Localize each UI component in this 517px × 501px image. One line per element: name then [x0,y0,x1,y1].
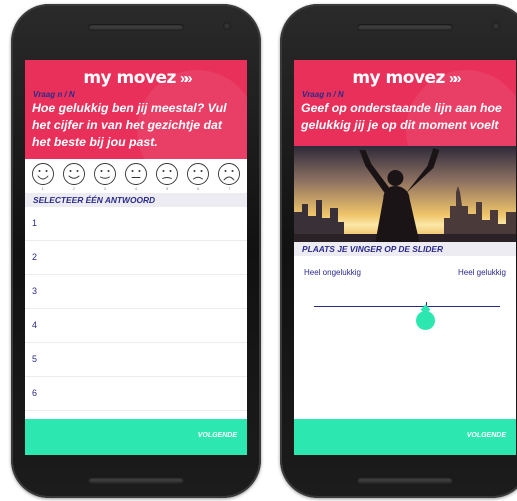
face-scale: 1 2 3 4 5 6 7 [25,159,247,193]
phone-left: my movez»» Vraag n / N Hoe gelukkig ben … [11,4,261,498]
app-logo: my movez [352,68,445,88]
face-number-label: 4 [134,186,138,191]
answer-option[interactable]: 2 [25,241,247,275]
front-camera [492,22,500,30]
front-camera [223,22,231,30]
header: my movez»» Vraag n / N Hoe gelukkig ben … [25,60,247,159]
face-number-label: 7 [228,186,231,191]
answer-option[interactable]: 4 [25,309,247,343]
question-text: Geef op onderstaande lijn aan hoe gelukk… [301,101,502,132]
logo-row: my movez»» [25,60,247,90]
question-number: Vraag n / N [302,90,344,99]
slightly-happy-face-icon[interactable]: 3 [93,162,117,192]
slider-max-label: Heel gelukkig [457,268,506,277]
bottom-speaker [88,477,184,484]
person-arms-raised-image [359,148,440,242]
phone-right: my movez»» Vraag n / N Geef op onderstaa… [280,4,517,498]
sunset-city-photo [294,146,516,242]
logo-chevron-icon: »» [179,70,193,87]
logo-row: my movez»» [294,60,516,90]
answer-list: 1 2 3 4 5 6 [25,207,247,411]
slider-labels: Heel ongelukkig Heel gelukkig [294,256,516,277]
neutral-face-icon[interactable]: 4 [124,162,148,192]
happy-face-icon[interactable]: 2 [62,162,86,192]
answer-option[interactable]: 3 [25,275,247,309]
header: my movez»» Vraag n / N Geef op onderstaa… [294,60,516,146]
answer-option[interactable]: 5 [25,343,247,377]
happiness-slider[interactable] [294,277,516,337]
footer-bar: VOLGENDE [25,419,247,455]
earpiece-speaker [88,24,184,31]
question-number: Vraag n / N [33,90,75,99]
screen-question-slider: my movez»» Vraag n / N Geef op onderstaa… [294,60,516,455]
face-number-label: 3 [103,186,106,191]
slider-thumb[interactable] [416,311,436,330]
next-button[interactable]: VOLGENDE [467,432,506,439]
app-logo: my movez [83,68,176,88]
face-number-label: 1 [41,186,44,191]
very-sad-face-icon[interactable]: 7 [217,162,241,192]
next-button[interactable]: VOLGENDE [198,432,237,439]
bottom-speaker [357,477,453,484]
footer-bar: VOLGENDE [294,419,516,455]
slider-min-label: Heel ongelukkig [304,268,361,277]
very-happy-face-icon[interactable]: 1 [31,162,55,192]
sad-face-icon[interactable]: 6 [186,162,210,192]
question-text: Hoe gelukkig ben jij meestal? Vul het ci… [32,101,227,149]
face-number-label: 6 [197,186,200,191]
slightly-sad-face-icon[interactable]: 5 [155,162,179,192]
slider-track[interactable] [314,306,500,307]
face-number-label: 5 [166,186,169,191]
face-number-label: 2 [72,186,75,191]
logo-chevron-icon: »» [448,70,462,87]
answer-option[interactable]: 6 [25,377,247,411]
section-title: SELECTEER ÉÉN ANTWOORD [25,193,247,207]
earpiece-speaker [357,24,453,31]
section-title: PLAATS JE VINGER OP DE SLIDER [294,242,516,256]
screen-question-faces: my movez»» Vraag n / N Hoe gelukkig ben … [25,60,247,455]
answer-option[interactable]: 1 [25,207,247,241]
